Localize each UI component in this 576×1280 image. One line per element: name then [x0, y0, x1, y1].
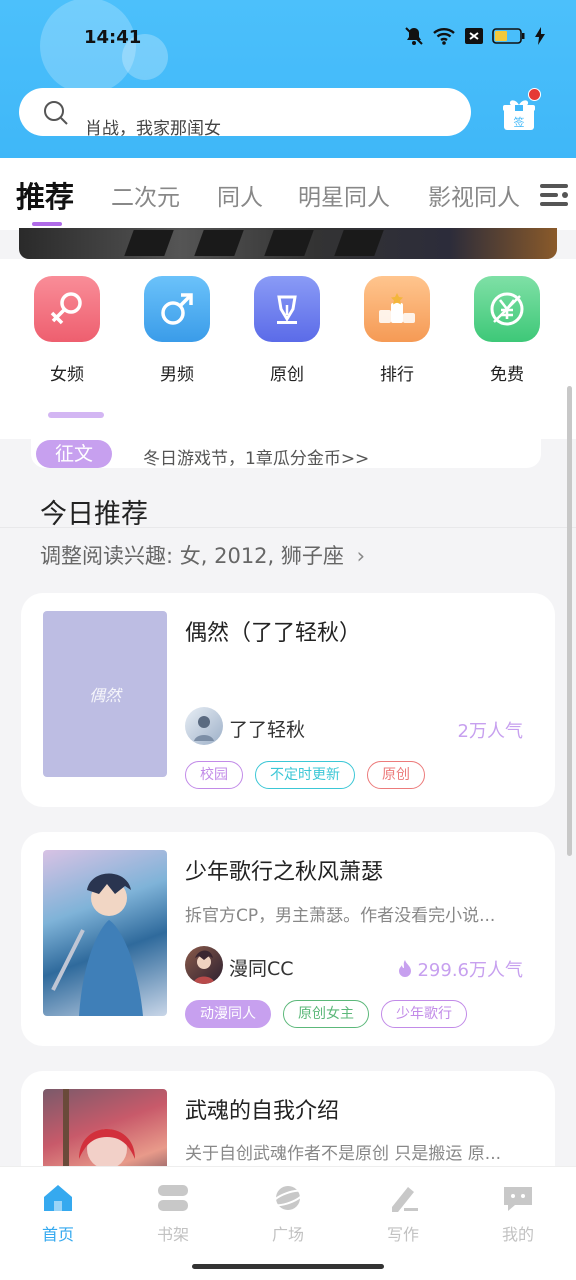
menu-icon — [540, 184, 568, 206]
popularity: 2万人气 — [458, 717, 523, 743]
nav-label: 我的 — [501, 1225, 534, 1244]
book-cover-text: 偶然 — [88, 686, 121, 705]
tag-list: 动漫同人 原创女主 少年歌行 — [185, 1000, 467, 1028]
tab-fanfic[interactable]: 同人 — [217, 178, 263, 212]
tag[interactable]: 原创女主 — [283, 1000, 369, 1028]
popularity-value: 299.6万人气 — [417, 960, 523, 981]
banner-carousel[interactable] — [19, 228, 557, 259]
announcement-tag: 征文 — [36, 440, 112, 468]
home-icon — [44, 1185, 72, 1211]
bottom-navigation: 首页 书架 广场 写作 我的 — [0, 1166, 576, 1280]
section-title: 今日推荐 — [40, 499, 148, 530]
chat-bubble-icon — [504, 1187, 532, 1211]
nav-mine[interactable]: 我的 — [483, 1183, 553, 1245]
book-title: 武魂的自我介绍 — [185, 1099, 340, 1124]
reading-preference-text: 调整阅读兴趣: 女, 2012, 狮子座 — [40, 544, 344, 568]
home-indicator — [192, 1264, 384, 1269]
category-free[interactable]: 免费 — [472, 276, 542, 385]
active-tab-indicator — [32, 222, 62, 226]
popularity: 299.6万人气 — [397, 956, 523, 982]
scrollbar[interactable] — [567, 386, 572, 856]
reading-preference-link[interactable]: 调整阅读兴趣: 女, 2012, 狮子座 › — [40, 540, 365, 570]
tag[interactable]: 不定时更新 — [255, 761, 355, 789]
nav-home[interactable]: 首页 — [23, 1183, 93, 1245]
gift-icon: 签 — [503, 100, 535, 130]
announcement-bar[interactable]: 征文 冬日游戏节，1章瓜分金币>> — [31, 438, 541, 469]
pencil-icon — [392, 1187, 418, 1212]
gift-label: 签 — [514, 115, 525, 129]
planet-icon — [271, 1186, 305, 1210]
category-label: 原创 — [270, 365, 304, 385]
wifi-icon — [433, 28, 455, 45]
book-title: 少年歌行之秋风萧瑟 — [185, 860, 384, 885]
book-cover: 偶然 — [43, 611, 167, 777]
book-title: 偶然（了了轻秋） — [185, 621, 362, 646]
author-avatar[interactable] — [185, 946, 223, 984]
tab-celebrity-fanfic[interactable]: 明星同人 — [298, 178, 390, 212]
tab-anime[interactable]: 二次元 — [111, 178, 180, 212]
author-avatar[interactable] — [185, 707, 223, 745]
status-icons — [404, 26, 546, 46]
tag[interactable]: 校园 — [185, 761, 243, 789]
category-page-indicator — [48, 412, 104, 418]
book-card[interactable]: 偶然 偶然（了了轻秋） 了了轻秋 2万人气 校园 不定时更新 原创 — [21, 593, 555, 807]
tab-menu-button[interactable] — [536, 178, 572, 212]
search-placeholder: 肖战，我家那闺女 — [85, 119, 221, 139]
announcement-text: 冬日游戏节，1章瓜分金币>> — [143, 449, 370, 469]
chevron-right-icon: › — [356, 544, 365, 568]
ranking-icon — [364, 276, 430, 342]
category-original[interactable]: 原创 — [252, 276, 322, 385]
status-time: 14:41 — [84, 27, 142, 48]
nav-label: 书架 — [156, 1225, 189, 1244]
nav-write[interactable]: 写作 — [368, 1183, 438, 1245]
bookshelf-icon — [158, 1185, 188, 1211]
category-label: 男频 — [160, 365, 194, 385]
sim-icon — [465, 28, 483, 44]
category-label: 免费 — [490, 365, 524, 385]
nav-label: 广场 — [271, 1225, 304, 1244]
battery-icon — [492, 28, 525, 44]
nav-label: 写作 — [386, 1225, 419, 1244]
search-bar[interactable]: 肖战，我家那闺女 — [19, 88, 471, 139]
category-tabs: 推荐 二次元 同人 明星同人 影视同人 — [0, 158, 576, 230]
nav-bookshelf[interactable]: 书架 — [138, 1183, 208, 1245]
popularity-value: 2万人气 — [457, 721, 523, 742]
author-name[interactable]: 了了轻秋 — [229, 715, 305, 742]
category-label: 女频 — [50, 365, 84, 385]
fire-icon — [399, 960, 412, 977]
category-ranking[interactable]: 排行 — [362, 276, 432, 385]
category-label: 排行 — [380, 365, 414, 385]
author-name[interactable]: 漫同CC — [229, 954, 294, 981]
tag[interactable]: 少年歌行 — [381, 1000, 467, 1028]
tag[interactable]: 动漫同人 — [185, 1000, 271, 1028]
book-description: 关于自创武魂作者不是原创 只是搬运 原... — [185, 1144, 502, 1164]
category-female[interactable]: 女频 — [32, 276, 102, 385]
charging-icon — [535, 27, 545, 45]
divider — [0, 527, 576, 528]
tab-film-fanfic[interactable]: 影视同人 — [428, 178, 520, 212]
female-icon — [34, 276, 100, 342]
tab-recommend[interactable]: 推荐 — [16, 174, 74, 216]
book-cover — [43, 850, 167, 1016]
yuan-icon — [474, 276, 540, 342]
mute-bell-icon — [405, 27, 423, 45]
category-male[interactable]: 男频 — [142, 276, 212, 385]
nav-label: 首页 — [41, 1225, 74, 1244]
nav-plaza[interactable]: 广场 — [253, 1183, 323, 1245]
header: 14:41 肖战，我家那闺女 签 — [0, 0, 576, 158]
notification-dot — [528, 88, 541, 101]
tag[interactable]: 原创 — [367, 761, 425, 789]
book-description: 拆官方CP，男主萧瑟。作者没看完小说... — [185, 906, 496, 926]
pen-nib-icon — [254, 276, 320, 342]
search-icon — [44, 101, 68, 125]
male-icon — [144, 276, 210, 342]
book-card[interactable]: 少年歌行之秋风萧瑟 拆官方CP，男主萧瑟。作者没看完小说... 漫同CC 299… — [21, 832, 555, 1046]
tag-list: 校园 不定时更新 原创 — [185, 761, 425, 789]
sign-in-gift-button[interactable]: 签 — [500, 96, 538, 134]
